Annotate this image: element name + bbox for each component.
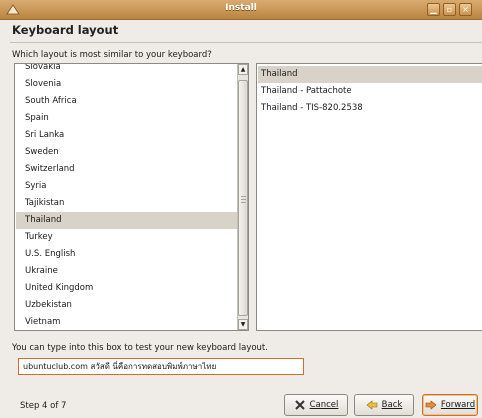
variant-item[interactable]: Thailand	[258, 66, 482, 83]
variant-item[interactable]: Thailand - TIS-820.2538	[258, 100, 482, 117]
layout-list[interactable]: Vietnam Uzbekistan United Kingdom Ukraine U.…	[14, 63, 249, 331]
minimize-button[interactable]: ▁	[427, 3, 440, 16]
layout-item[interactable]: Slovenia	[16, 76, 238, 93]
back-label: Back	[381, 400, 403, 410]
layout-item[interactable]: Ukraine	[16, 263, 238, 280]
layout-question: Which layout is most similar to your key…	[12, 50, 212, 60]
grip-line	[241, 196, 246, 197]
layout-item[interactable]: Switzerland	[16, 161, 238, 178]
layout-item[interactable]: United Kingdom	[16, 280, 238, 297]
grip-line	[241, 202, 246, 203]
layout-item[interactable]: Uzbekistan	[16, 297, 238, 314]
variant-list[interactable]: Thailand Thailand - Pattachote Thailand - …	[256, 63, 482, 331]
page-title: Keyboard layout	[12, 23, 119, 37]
test-input[interactable]	[18, 358, 304, 375]
variant-item[interactable]: Thailand - Pattachote	[258, 83, 482, 100]
title-bar: Install ▁ ▫ ×	[0, 0, 482, 20]
layout-item[interactable]: Slovakia	[16, 64, 238, 76]
scroll-down-button[interactable]: ▼	[238, 319, 248, 330]
forward-arrow-icon	[425, 400, 437, 410]
layout-item[interactable]: Syria	[16, 178, 238, 195]
scroll-up-button[interactable]: ▲	[238, 64, 248, 75]
layout-item[interactable]: Thailand	[16, 212, 238, 229]
back-arrow-icon	[366, 400, 377, 410]
cancel-icon	[294, 400, 305, 410]
maximize-button[interactable]: ▫	[443, 3, 456, 16]
forward-label: Forward	[440, 400, 476, 410]
layout-item[interactable]: Sweden	[16, 144, 238, 161]
layout-item[interactable]: Tajikistan	[16, 195, 238, 212]
step-indicator: Step 4 of 7	[20, 401, 67, 411]
layout-scrollbar[interactable]: ▲ ▼	[237, 64, 248, 330]
window-title: Install	[225, 3, 257, 13]
layout-item[interactable]: South Africa	[16, 93, 238, 110]
layout-item[interactable]: Vietnam	[16, 314, 238, 330]
cancel-button[interactable]: Cancel	[284, 394, 348, 416]
layout-item[interactable]: Spain	[16, 110, 238, 127]
forward-button[interactable]: Forward	[422, 394, 478, 416]
cancel-label: Cancel	[309, 400, 339, 410]
close-button[interactable]: ×	[459, 3, 472, 16]
test-label: You can type into this box to test your …	[12, 343, 268, 353]
layout-item[interactable]: Sri Lanka	[16, 127, 238, 144]
back-button[interactable]: Back	[354, 394, 414, 416]
layout-item[interactable]: Turkey	[16, 229, 238, 246]
divider	[10, 42, 482, 43]
layout-item[interactable]: U.S. English	[16, 246, 238, 263]
scroll-thumb[interactable]	[238, 80, 248, 316]
grip-line	[241, 199, 246, 200]
